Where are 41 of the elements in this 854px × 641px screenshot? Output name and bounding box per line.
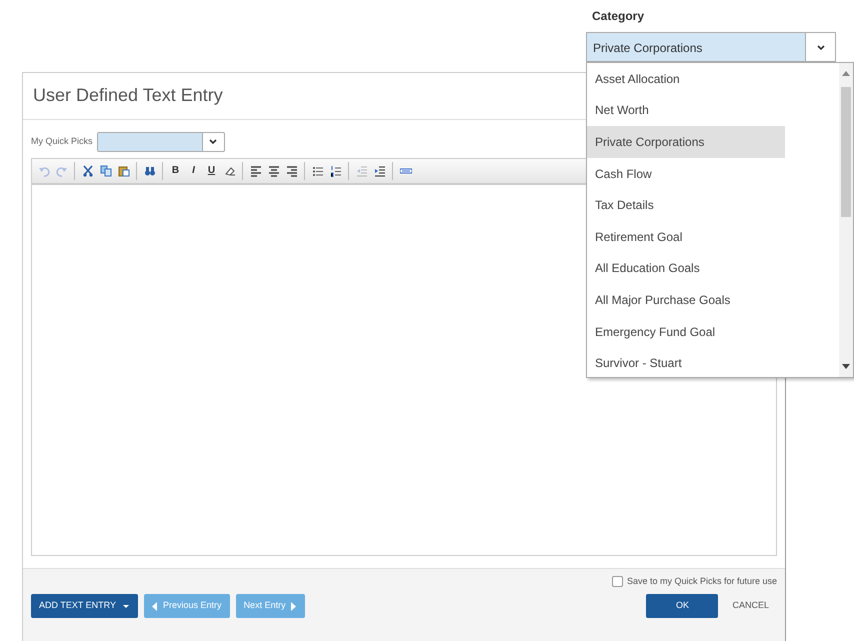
dropdown-option[interactable]: Retirement Goal (587, 220, 785, 253)
dropdown-option[interactable]: All Education Goals (587, 252, 785, 284)
caret-icon (209, 138, 218, 146)
underline-button[interactable]: U (203, 162, 220, 180)
align-center-icon (268, 164, 280, 177)
paste-icon (118, 164, 130, 177)
scrollbar-thumb[interactable] (841, 87, 851, 217)
scissors-icon (82, 164, 94, 177)
scroll-up-icon (842, 71, 850, 76)
scrollbar[interactable] (839, 63, 853, 377)
indent-icon (374, 164, 386, 177)
left-arrow-icon (152, 602, 158, 611)
dropdown-option[interactable]: Emergency Fund Goal (587, 316, 785, 348)
redo-icon (56, 164, 68, 177)
binoculars-icon (144, 164, 156, 177)
save-checkbox[interactable] (612, 576, 623, 587)
undo-icon (38, 164, 50, 177)
outdent-icon (356, 164, 368, 177)
quick-picks-label: My Quick Picks (31, 134, 93, 148)
dropdown-option[interactable]: Private Corporations (587, 126, 785, 158)
dropdown-option[interactable]: Cash Flow (587, 158, 785, 190)
dropdown-option[interactable]: All Major Purchase Goals (587, 284, 785, 316)
scroll-down-icon (842, 364, 850, 369)
category-label: Category (592, 8, 644, 25)
right-arrow-icon (290, 602, 297, 611)
cancel-button[interactable]: CANCEL (724, 594, 777, 618)
dropdown-option[interactable]: Tax Details (587, 189, 785, 221)
align-right-icon (286, 164, 298, 177)
copy-icon (100, 164, 112, 177)
bullet-list-icon (312, 164, 324, 177)
bold-button[interactable]: B (167, 162, 184, 180)
caret-icon (122, 602, 130, 610)
caret-icon (816, 44, 824, 50)
align-left-icon (250, 164, 262, 177)
ok-button[interactable]: OK (646, 594, 718, 618)
add-text-entry-button[interactable]: ADD TEXT ENTRY (31, 594, 138, 618)
dropdown-option[interactable]: Survivor - Stuart (587, 347, 785, 379)
save-checkbox-label: Save to my Quick Picks for future use (626, 574, 777, 588)
category-dropdown[interactable]: Private Corporations (586, 32, 836, 62)
eraser-icon (224, 164, 236, 177)
italic-button[interactable]: I (185, 162, 202, 180)
